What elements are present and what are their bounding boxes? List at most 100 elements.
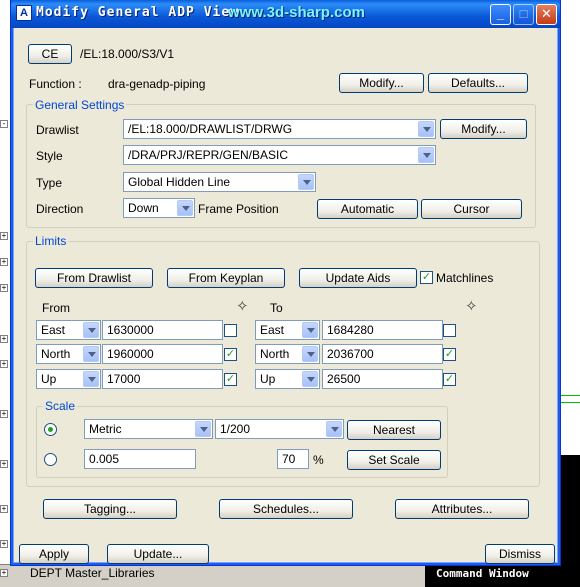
drawlist-label: Drawlist — [36, 123, 79, 137]
to-up-input[interactable]: 26500 — [322, 369, 443, 389]
style-label: Style — [36, 149, 63, 163]
tree-expand-icon[interactable]: + — [0, 505, 8, 513]
chevron-down-icon[interactable] — [83, 322, 99, 338]
minimize-icon[interactable]: _ — [490, 4, 511, 25]
update-aids-button[interactable]: Update Aids — [299, 268, 417, 288]
from-up-input[interactable]: 17000 — [102, 369, 223, 389]
frame-position-label: Frame Position — [198, 202, 279, 216]
tree-expand-icon[interactable]: + — [0, 335, 8, 343]
chevron-down-icon[interactable] — [177, 200, 193, 216]
direction-label: Direction — [36, 202, 84, 216]
scale-custom-radio[interactable] — [44, 453, 57, 466]
scale-ratio-select[interactable]: 1/200 — [215, 419, 344, 439]
to-up-axis-select[interactable]: Up — [255, 369, 320, 389]
chevron-down-icon[interactable] — [418, 147, 434, 163]
chevron-down-icon[interactable] — [83, 371, 99, 387]
type-value: Global Hidden Line — [128, 175, 231, 189]
scale-percent-input[interactable]: 70 — [277, 449, 309, 469]
tree-expand-icon[interactable]: + — [0, 410, 8, 418]
tree-item-label[interactable]: DEPT Master_Libraries — [30, 566, 155, 580]
matchlines-checkbox[interactable]: ✓ — [420, 271, 433, 284]
cursor-pick-icon[interactable]: ✧ — [236, 299, 249, 314]
graphics-line — [560, 395, 580, 396]
limits-title: Limits — [33, 234, 69, 248]
chevron-down-icon[interactable] — [302, 322, 318, 338]
maximize-icon[interactable]: □ — [513, 4, 534, 25]
from-axis-value: East — [41, 323, 66, 337]
to-axis-value: Up — [260, 372, 276, 386]
chevron-down-icon[interactable] — [298, 174, 314, 190]
tree-expand-icon[interactable]: + — [0, 569, 8, 577]
cursor-pick-icon[interactable]: ✧ — [465, 299, 478, 314]
schedules-button[interactable]: Schedules... — [219, 499, 353, 519]
from-north-checkbox[interactable]: ✓ — [224, 348, 237, 361]
from-east-checkbox[interactable] — [224, 324, 237, 337]
app-icon: A — [16, 5, 32, 21]
ce-button[interactable]: CE — [28, 44, 72, 64]
cursor-button[interactable]: Cursor — [421, 199, 522, 219]
chevron-down-icon[interactable] — [83, 346, 99, 362]
scale-ratio-value: 1/200 — [220, 422, 251, 436]
modify-function-button[interactable]: Modify... — [339, 73, 424, 93]
from-north-axis-select[interactable]: North — [36, 344, 101, 364]
from-up-axis-select[interactable]: Up — [36, 369, 101, 389]
from-east-axis-select[interactable]: East — [36, 320, 101, 340]
drawlist-modify-button[interactable]: Modify... — [440, 119, 527, 139]
style-select[interactable]: /DRA/PRJ/REPR/GEN/BASIC — [123, 145, 436, 165]
to-north-axis-select[interactable]: North — [255, 344, 320, 364]
function-value: dra-genadp-piping — [108, 77, 206, 91]
update-button[interactable]: Update... — [107, 544, 209, 564]
from-up-checkbox[interactable]: ✓ — [224, 373, 237, 386]
to-east-checkbox[interactable] — [443, 324, 456, 337]
to-axis-value: East — [260, 323, 285, 337]
drawlist-select[interactable]: /EL:18.000/DRAWLIST/DRWG — [123, 119, 436, 139]
watermark-text: www.3d-sharp.com — [228, 4, 365, 21]
type-label: Type — [36, 176, 63, 190]
to-east-axis-select[interactable]: East — [255, 320, 320, 340]
to-label: To — [270, 301, 283, 315]
from-north-input[interactable]: 1960000 — [102, 344, 223, 364]
background-graphics-area — [558, 455, 580, 575]
chevron-down-icon[interactable] — [195, 421, 211, 437]
scale-custom-input[interactable]: 0.005 — [84, 449, 196, 469]
dismiss-button[interactable]: Dismiss — [485, 544, 555, 564]
tagging-button[interactable]: Tagging... — [43, 499, 177, 519]
tree-expand-icon[interactable]: + — [0, 540, 8, 548]
nearest-button[interactable]: Nearest — [347, 420, 441, 440]
scale-unit-value: Metric — [89, 422, 122, 436]
defaults-button[interactable]: Defaults... — [428, 73, 528, 93]
close-icon[interactable]: ✕ — [536, 4, 557, 25]
to-up-checkbox[interactable]: ✓ — [443, 373, 456, 386]
direction-select[interactable]: Down — [123, 198, 195, 218]
tree-expand-icon[interactable]: + — [0, 258, 8, 266]
apply-button[interactable]: Apply — [19, 544, 89, 564]
chevron-down-icon[interactable] — [326, 421, 342, 437]
scale-unit-select[interactable]: Metric — [84, 419, 213, 439]
direction-value: Down — [128, 201, 159, 215]
automatic-button[interactable]: Automatic — [317, 199, 418, 219]
from-label: From — [42, 301, 70, 315]
from-keyplan-button[interactable]: From Keyplan — [167, 268, 285, 288]
type-select[interactable]: Global Hidden Line — [123, 172, 316, 192]
to-north-input[interactable]: 2036700 — [322, 344, 443, 364]
chevron-down-icon[interactable] — [302, 371, 318, 387]
tree-expand-icon[interactable]: + — [0, 360, 8, 368]
chevron-down-icon[interactable] — [302, 346, 318, 362]
function-label: Function : — [29, 77, 82, 91]
tree-expand-icon[interactable]: + — [0, 284, 8, 292]
scale-preset-radio[interactable] — [44, 423, 57, 436]
to-east-input[interactable]: 1684280 — [322, 320, 443, 340]
tree-expand-icon[interactable]: + — [0, 460, 8, 468]
to-north-checkbox[interactable]: ✓ — [443, 348, 456, 361]
chevron-down-icon[interactable] — [418, 121, 434, 137]
from-drawlist-button[interactable]: From Drawlist — [35, 268, 153, 288]
from-east-input[interactable]: 1630000 — [102, 320, 223, 340]
set-scale-button[interactable]: Set Scale — [347, 450, 441, 470]
tree-expand-icon[interactable]: - — [0, 120, 8, 128]
attributes-button[interactable]: Attributes... — [395, 499, 529, 519]
drawlist-value: /EL:18.000/DRAWLIST/DRWG — [128, 122, 293, 136]
tree-expand-icon[interactable]: + — [0, 232, 8, 240]
command-window-label: Command Window — [436, 567, 529, 580]
general-settings-title: General Settings — [33, 98, 127, 112]
window-title: Modify General ADP View — [36, 5, 240, 20]
